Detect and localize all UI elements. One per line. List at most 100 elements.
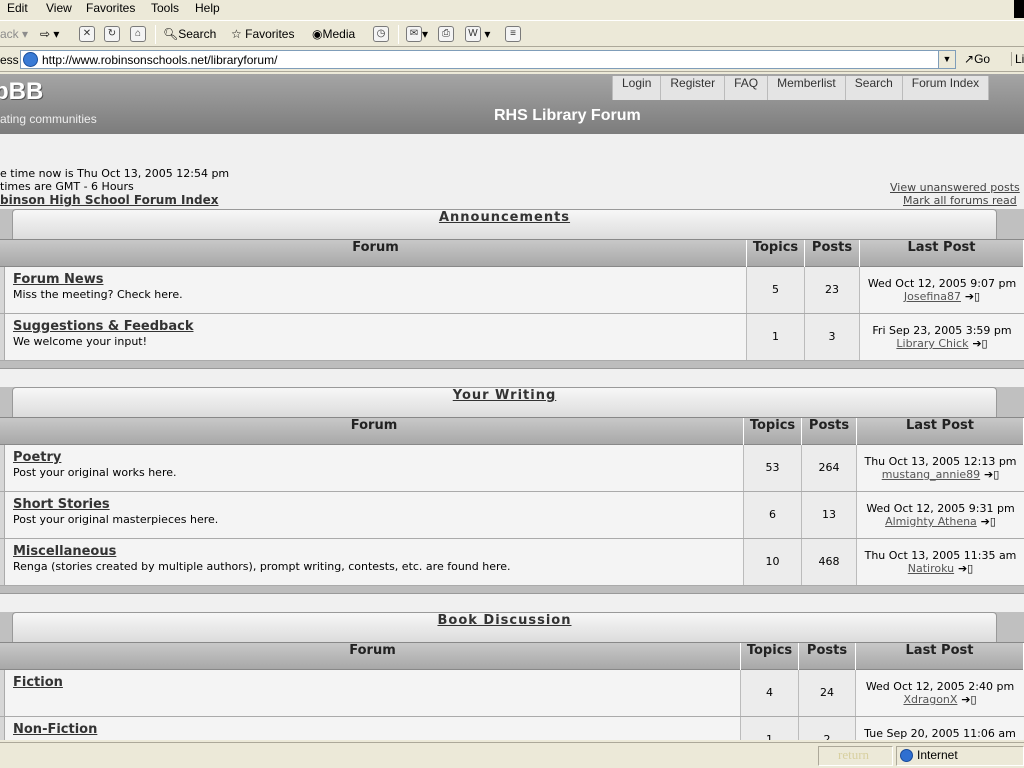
forum-row: Fiction 4 24 Wed Oct 12, 2005 2:40 pm Xdrago… xyxy=(0,670,1024,717)
posts-count: 2 xyxy=(799,717,856,740)
last-post-cell: Thu Oct 13, 2005 11:35 am Natiroku ➔▯ xyxy=(857,539,1024,585)
forum-row: Short Stories Post your original masterpi… xyxy=(0,492,1024,539)
view-latest-post-icon[interactable]: ➔▯ xyxy=(961,290,980,303)
word-icon: W xyxy=(465,26,481,42)
forum-name-cell: Suggestions & Feedback We welcome your in… xyxy=(5,314,747,360)
search-icon: 🔍︎ xyxy=(163,27,179,41)
last-post-author: Josefina87 ➔▯ xyxy=(860,290,1024,303)
favorites-button[interactable]: ☆ Favorites xyxy=(231,26,294,42)
discuss-button[interactable]: ≡ xyxy=(505,26,521,42)
mail-button[interactable]: ✉ ▾ xyxy=(406,26,428,42)
forum-row: Non-Fiction 1 2 Tue Sep 20, 2005 11:06 am xyxy=(0,717,1024,740)
status-bar: return Internet xyxy=(0,742,1024,768)
search-button[interactable]: 🔍︎Search xyxy=(163,26,216,42)
forum-link[interactable]: Non-Fiction xyxy=(13,722,97,737)
topics-count: 10 xyxy=(744,539,802,585)
media-button[interactable]: ◉Media xyxy=(312,26,355,42)
posts-count: 468 xyxy=(802,539,857,585)
table-header: Forum Topics Posts Last Post xyxy=(0,417,1024,445)
media-icon: ◉ xyxy=(312,27,323,41)
last-post-author: XdragonX ➔▯ xyxy=(856,693,1024,706)
forum-description: Renga (stories created by multiple autho… xyxy=(13,560,511,573)
go-button[interactable]: ↗Go xyxy=(964,52,990,66)
favorites-icon: ☆ xyxy=(231,27,242,41)
column-header-topics: Topics xyxy=(741,643,799,670)
nav-search[interactable]: Search xyxy=(846,76,903,100)
menu-edit[interactable]: Edit xyxy=(7,1,28,15)
last-post-author: Library Chick ➔▯ xyxy=(860,337,1024,350)
forum-index-link[interactable]: binson High School Forum Index xyxy=(0,193,218,207)
search-label: Search xyxy=(178,27,217,41)
stop-button[interactable]: ✕ xyxy=(79,26,95,42)
menu-favorites[interactable]: Favorites xyxy=(86,1,135,15)
view-latest-post-icon[interactable]: ➔▯ xyxy=(957,693,976,706)
forum-link[interactable]: Miscellaneous xyxy=(13,544,116,559)
view-latest-post-icon[interactable]: ➔▯ xyxy=(980,468,999,481)
last-post-cell: Thu Oct 13, 2005 12:13 pm mustang_annie89… xyxy=(857,445,1024,491)
nav-faq[interactable]: FAQ xyxy=(725,76,769,100)
mark-forums-read-link[interactable]: Mark all forums read xyxy=(903,194,1017,207)
history-button[interactable]: ◷ xyxy=(373,26,389,42)
address-dropdown-icon[interactable]: ▼ xyxy=(938,51,955,68)
address-label: ess xyxy=(0,53,19,67)
last-post-user-link[interactable]: Library Chick xyxy=(896,337,968,350)
forum-link[interactable]: Short Stories xyxy=(13,497,110,512)
forward-button[interactable]: ⇨ ▾ xyxy=(40,26,59,42)
back-button[interactable]: ack ▾ xyxy=(0,26,28,42)
view-latest-post-icon[interactable]: ➔▯ xyxy=(968,337,987,350)
unanswered-posts-link[interactable]: View unanswered posts xyxy=(890,181,1020,194)
forum-link[interactable]: Suggestions & Feedback xyxy=(13,319,194,334)
forum-link[interactable]: Fiction xyxy=(13,675,63,690)
nav-register[interactable]: Register xyxy=(661,76,726,100)
view-latest-post-icon[interactable]: ➔▯ xyxy=(954,562,973,575)
window-edge xyxy=(1014,0,1024,18)
last-post-user-link[interactable]: XdragonX xyxy=(903,693,957,706)
last-post-user-link[interactable]: Josefina87 xyxy=(904,290,961,303)
category-footer xyxy=(0,586,1024,594)
refresh-button[interactable]: ↻ xyxy=(104,26,120,42)
category-title[interactable]: Book Discussion xyxy=(12,612,997,642)
nav-forum-index[interactable]: Forum Index xyxy=(903,76,990,100)
column-header-forum: Forum xyxy=(5,240,747,267)
home-button[interactable]: ⌂ xyxy=(130,26,146,42)
last-post-author: Natiroku ➔▯ xyxy=(857,562,1024,575)
last-post-user-link[interactable]: mustang_annie89 xyxy=(882,468,980,481)
phpbb-logo[interactable]: pBB xyxy=(0,78,43,106)
forum-name-cell: Miscellaneous Renga (stories created by m… xyxy=(5,539,744,585)
zone-label: Internet xyxy=(917,748,958,762)
links-button[interactable]: Li xyxy=(1011,52,1024,66)
forum-name-cell: Forum News Miss the meeting? Check here. xyxy=(5,267,747,313)
topics-count: 5 xyxy=(747,267,805,313)
nav-login[interactable]: Login xyxy=(613,76,662,100)
forum-link[interactable]: Poetry xyxy=(13,450,61,465)
last-post-author: Almighty Athena ➔▯ xyxy=(857,515,1024,528)
edit-button[interactable]: W ▾ xyxy=(465,26,490,42)
forum-row: Miscellaneous Renga (stories created by m… xyxy=(0,539,1024,586)
category-title-text: Book Discussion xyxy=(437,613,572,628)
last-post-user-link[interactable]: Natiroku xyxy=(908,562,954,575)
category-title[interactable]: Your Writing xyxy=(12,387,997,417)
media-label: Media xyxy=(322,27,356,41)
logo-tagline: ating communities xyxy=(0,112,97,126)
forum-name-cell: Poetry Post your original works here. xyxy=(5,445,744,491)
forum-row: Forum News Miss the meeting? Check here. 5… xyxy=(0,267,1024,314)
category-footer xyxy=(0,361,1024,369)
category-title[interactable]: Announcements xyxy=(12,209,997,239)
menu-help[interactable]: Help xyxy=(195,1,220,15)
menu-view[interactable]: View xyxy=(46,1,72,15)
forum-link[interactable]: Forum News xyxy=(13,272,103,287)
nav-memberlist[interactable]: Memberlist xyxy=(768,76,846,100)
last-post-date: Wed Oct 12, 2005 9:07 pm xyxy=(867,277,1017,290)
last-post-user-link[interactable]: Almighty Athena xyxy=(885,515,977,528)
category-title-text: Your Writing xyxy=(452,388,557,403)
stop-icon: ✕ xyxy=(79,26,95,42)
print-button[interactable]: ⎙ xyxy=(438,26,454,42)
view-latest-post-icon[interactable]: ➔▯ xyxy=(977,515,996,528)
forum-row: Suggestions & Feedback We welcome your in… xyxy=(0,314,1024,361)
menu-tools[interactable]: Tools xyxy=(151,1,179,15)
address-input[interactable]: http://www.robinsonschools.net/libraryfo… xyxy=(20,50,956,69)
column-header-last: Last Post xyxy=(856,643,1024,670)
last-post-date: Tue Sep 20, 2005 11:06 am xyxy=(864,727,1016,740)
forum-description: Post your original works here. xyxy=(13,466,177,479)
faded-text: return xyxy=(838,747,870,762)
